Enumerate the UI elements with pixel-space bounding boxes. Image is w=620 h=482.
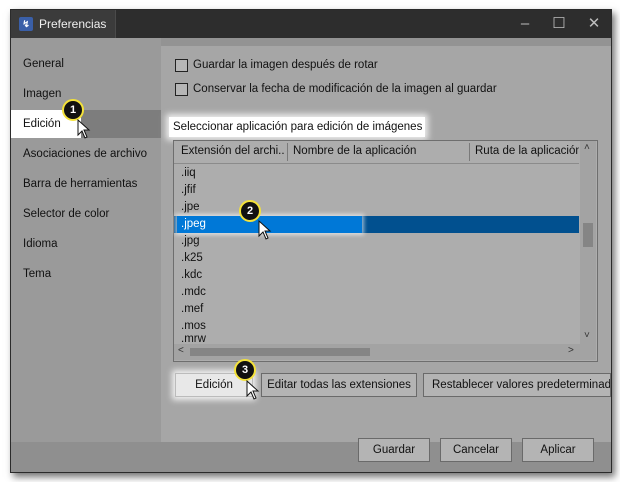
- scroll-corner: [580, 344, 596, 360]
- scroll-down-icon[interactable]: ˅: [584, 330, 590, 341]
- title-bar: ↯ Preferencias – ☐ ✕: [11, 10, 611, 38]
- table-row-selected[interactable]: .jpeg: [174, 216, 579, 233]
- column-app-name[interactable]: Nombre de la aplicación: [293, 145, 463, 157]
- window-title: Preferencias: [39, 17, 107, 31]
- extension-cell: .iiq: [181, 167, 196, 179]
- minimize-button[interactable]: –: [508, 10, 542, 38]
- table-row[interactable]: .mdc: [174, 284, 579, 301]
- save-button[interactable]: Guardar: [358, 438, 430, 462]
- horizontal-scrollbar[interactable]: < >: [174, 344, 580, 360]
- reset-defaults-button[interactable]: Restablecer valores predeterminados: [423, 373, 611, 397]
- editor-section-label: Seleccionar aplicación para edición de i…: [169, 117, 425, 137]
- table-header: Extensión del archi... Nombre de la apli…: [174, 141, 579, 164]
- table-row[interactable]: .mef: [174, 301, 579, 318]
- sidebar-item-idioma[interactable]: Idioma: [11, 230, 161, 258]
- preferences-window: ↯ Preferencias – ☐ ✕ General Imagen Edic…: [10, 9, 612, 473]
- column-divider[interactable]: [469, 143, 470, 161]
- mouse-cursor-icon: [77, 119, 91, 139]
- scroll-right-icon[interactable]: >: [568, 345, 574, 356]
- table-row[interactable]: .kdc: [174, 267, 579, 284]
- column-extension[interactable]: Extensión del archi...: [181, 145, 284, 157]
- extension-cell: .k25: [181, 252, 203, 264]
- content-panel: Guardar la imagen después de rotar Conse…: [161, 38, 611, 442]
- table-row[interactable]: .mos: [174, 318, 579, 335]
- vertical-scroll-thumb[interactable]: [583, 223, 593, 247]
- mouse-cursor-icon: [258, 220, 272, 240]
- close-button[interactable]: ✕: [577, 10, 611, 38]
- apply-button[interactable]: Aplicar: [522, 438, 594, 462]
- cancel-button[interactable]: Cancelar: [440, 438, 512, 462]
- scroll-up-icon[interactable]: ˄: [584, 142, 590, 153]
- edit-all-extensions-button[interactable]: Editar todas las extensiones: [261, 373, 417, 397]
- sidebar-item-barra[interactable]: Barra de herramientas: [11, 170, 161, 198]
- save-after-rotate-label: Guardar la imagen después de rotar: [193, 59, 378, 71]
- scroll-left-icon[interactable]: <: [178, 345, 184, 356]
- column-divider[interactable]: [287, 143, 288, 161]
- sidebar-item-asociaciones[interactable]: Asociaciones de archivo: [11, 140, 161, 168]
- extension-cell: .mef: [181, 303, 204, 315]
- callout-badge-3: 3: [234, 359, 256, 381]
- table-row[interactable]: .jpe: [174, 199, 579, 216]
- column-app-path[interactable]: Ruta de la aplicación: [475, 145, 579, 157]
- table-row[interactable]: .jfif: [174, 182, 579, 199]
- extension-cell: .jpe: [181, 201, 200, 213]
- sidebar-item-selector-color[interactable]: Selector de color: [11, 200, 161, 228]
- app-icon: ↯: [19, 17, 33, 31]
- extension-cell: .jfif: [181, 184, 196, 196]
- table-row[interactable]: .jpg: [174, 233, 579, 250]
- mouse-cursor-icon: [246, 380, 260, 400]
- keep-mod-date-label: Conservar la fecha de modificación de la…: [193, 83, 497, 95]
- extension-cell: .mos: [181, 320, 206, 332]
- table-row[interactable]: .iiq: [174, 165, 579, 182]
- maximize-button[interactable]: ☐: [542, 10, 576, 38]
- keep-mod-date-checkbox[interactable]: [175, 83, 188, 96]
- callout-badge-2: 2: [239, 200, 261, 222]
- sidebar-item-general[interactable]: General: [11, 50, 161, 78]
- save-after-rotate-checkbox[interactable]: [175, 59, 188, 72]
- callout-badge-1: 1: [62, 99, 84, 121]
- table-row[interactable]: .k25: [174, 250, 579, 267]
- extensions-table: Extensión del archi... Nombre de la apli…: [173, 140, 598, 362]
- sidebar-item-imagen[interactable]: Imagen: [11, 80, 161, 108]
- sidebar-item-tema[interactable]: Tema: [11, 260, 161, 288]
- sidebar: General Imagen Edición Asociaciones de a…: [11, 38, 161, 442]
- extension-cell: .kdc: [181, 269, 203, 281]
- extension-cell: .jpeg: [181, 218, 206, 230]
- table-row[interactable]: .mrw: [174, 335, 579, 344]
- content-inner: Guardar la imagen después de rotar Conse…: [161, 46, 611, 442]
- extension-cell: .mdc: [181, 286, 206, 298]
- extension-cell: .mrw: [181, 335, 206, 344]
- vertical-scrollbar[interactable]: ˄ ˅: [580, 141, 596, 344]
- horizontal-scroll-thumb[interactable]: [190, 348, 370, 356]
- extension-cell: .jpg: [181, 235, 200, 247]
